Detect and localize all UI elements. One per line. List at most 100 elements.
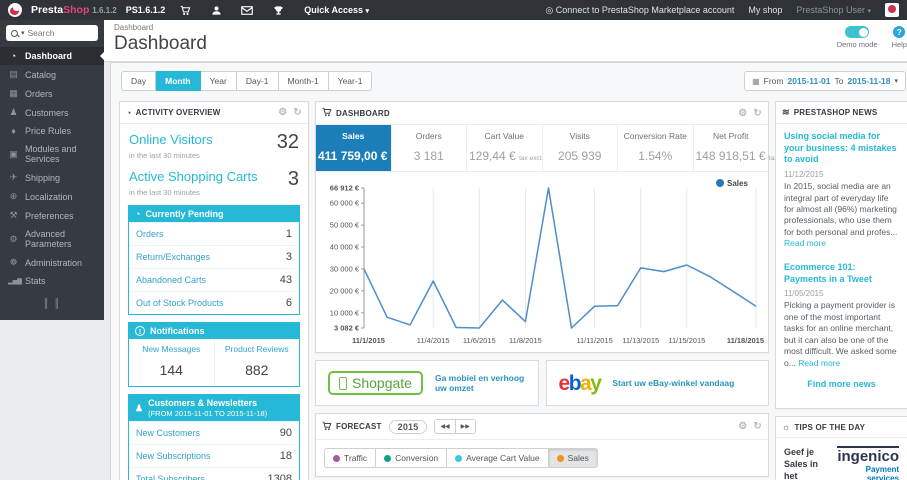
ebay-ad-panel: ebay Start uw eBay-winkel vandaag [545, 360, 769, 406]
range-day-1-button[interactable]: Day-1 [236, 71, 279, 91]
range-year-1-button[interactable]: Year-1 [328, 71, 373, 91]
kpi-tab-orders[interactable]: Orders 3 181 [392, 125, 467, 171]
forecast-panel-title: FORECAST [336, 422, 382, 431]
out-of-stock-link[interactable]: Out of Stock Products [136, 298, 224, 308]
ebay-ad-link[interactable]: Start uw eBay-winkel vandaag [612, 378, 734, 388]
online-visitors-stat: Online Visitors in the last 30 minutes 3… [129, 131, 299, 160]
book-icon: ▤ [9, 69, 18, 79]
sales-dot-icon [556, 454, 564, 462]
kpi-tab-sales[interactable]: Sales 411 759,00 € tax excl. [316, 125, 416, 171]
employees-icon[interactable] [205, 4, 227, 15]
forecast-year-button[interactable]: 2015 [388, 419, 428, 434]
read-more-link[interactable]: Read more [798, 358, 840, 368]
panel-refresh-icon[interactable]: ↻ [753, 108, 762, 119]
sales-line-chart: 66 912 € 60 000 € 50 000 € 40 000 € 30 000 €… [330, 179, 764, 345]
date-range-picker[interactable]: ▦ From 2015-11-01 To 2015-11-18 ▾ [744, 71, 906, 91]
cart-icon[interactable] [174, 4, 196, 15]
toggle-average-cart-value[interactable]: Average Cart Value [447, 448, 549, 468]
product-reviews-link[interactable]: Product Reviews [217, 344, 298, 354]
kpi-tab-cart-value[interactable]: Cart Value 129,44 € tax excl. [467, 125, 543, 171]
panel-refresh-icon[interactable]: ↻ [753, 421, 762, 432]
svg-text:11/15/2015: 11/15/2015 [668, 336, 705, 345]
range-month-button[interactable]: Month [156, 71, 201, 91]
chevron-down-icon: ▾ [365, 8, 370, 15]
new-messages-cell: New Messages 144 [129, 339, 214, 386]
forecast-next-button[interactable]: ▶▶ [454, 419, 476, 434]
pending-returns-link[interactable]: Return/Exchanges [136, 252, 210, 262]
panel-settings-icon[interactable]: ⚙ [738, 108, 747, 119]
help-label: Help [891, 40, 907, 49]
sidebar-item-modules-and-services[interactable]: ▣ Modules and Services [0, 140, 104, 168]
dashboard-panel-title: DASHBOARD [336, 108, 390, 118]
search-scope-caret-icon[interactable]: ▾ [21, 29, 25, 37]
active-carts-stat: Active Shopping Carts in the last 30 min… [129, 168, 299, 197]
sidebar-search: ▾ [6, 25, 98, 41]
ebay-logo: ebay [558, 371, 602, 395]
toggle-sales[interactable]: Sales [548, 448, 598, 468]
new-customers-link[interactable]: New Customers [136, 428, 200, 438]
sidebar-item-price-rules[interactable]: ♦ Price Rules [0, 122, 104, 140]
user-avatar[interactable] [885, 3, 899, 17]
sidebar-item-administration[interactable]: ☸ Administration [0, 253, 104, 272]
toggle-conversion[interactable]: Conversion [376, 448, 448, 468]
svg-text:11/18/2015: 11/18/2015 [727, 336, 764, 345]
help-icon[interactable]: ? [893, 26, 906, 38]
shopgate-ad-link[interactable]: Ga mobiel en verhoog uw omzet [435, 373, 526, 393]
sidebar-item-shipping[interactable]: ✈ Shipping [0, 168, 104, 187]
active-carts-label[interactable]: Active Shopping Carts [129, 169, 258, 184]
quick-access-menu[interactable]: Quick Access ▾ [304, 5, 369, 15]
sidebar-item-advanced-parameters[interactable]: ⚙ Advanced Parameters [0, 225, 104, 253]
forecast-prev-button[interactable]: ◀◀ [434, 419, 455, 434]
total-subscribers-link[interactable]: Total Subscribers [136, 474, 205, 480]
sidebar-item-catalog[interactable]: ▤ Catalog [0, 65, 104, 84]
panel-refresh-icon[interactable]: ↻ [293, 107, 302, 118]
prestashop-logo-icon[interactable] [8, 3, 22, 17]
sidebar-item-preferences[interactable]: ⚒ Preferences [0, 206, 104, 225]
read-more-link[interactable]: Read more [784, 238, 826, 248]
svg-text:11/4/2015: 11/4/2015 [417, 336, 450, 345]
svg-text:10 000 €: 10 000 € [330, 308, 360, 317]
find-more-news-link[interactable]: Find more news [784, 369, 899, 401]
news-article-link[interactable]: Ecommerce 101: Payments in a Tweet [784, 262, 899, 285]
range-day-button[interactable]: Day [121, 71, 157, 91]
my-shop-link[interactable]: My shop [748, 5, 782, 15]
range-month-1-button[interactable]: Month-1 [278, 71, 329, 91]
sidebar-item-dashboard[interactable]: ◔ Dashboard [0, 47, 104, 65]
range-year-button[interactable]: Year [200, 71, 237, 91]
demo-mode-toggle[interactable] [845, 26, 870, 38]
search-input[interactable] [27, 28, 93, 38]
active-carts-value: 3 [287, 168, 299, 190]
gauge-icon: ◔ [10, 51, 17, 61]
new-messages-link[interactable]: New Messages [131, 344, 212, 354]
search-icon [11, 29, 18, 37]
mail-icon[interactable] [236, 4, 258, 15]
news-panel-title: PRESTASHOP NEWS [793, 108, 878, 117]
panel-settings-icon[interactable]: ⚙ [738, 421, 747, 432]
panel-settings-icon[interactable]: ⚙ [278, 107, 287, 118]
news-article-link[interactable]: Using social media for your business: 4 … [784, 131, 899, 166]
sidebar-item-customers[interactable]: ♟ Customers [0, 103, 104, 122]
trophy-icon[interactable] [267, 4, 289, 15]
user-menu[interactable]: PrestaShop User ▾ [796, 5, 871, 15]
sidebar-item-orders[interactable]: ▦ Orders [0, 84, 104, 103]
traffic-dot-icon [333, 454, 340, 462]
kpi-tab-visits[interactable]: Visits 205 939 [543, 125, 618, 171]
sidebar-item-localization[interactable]: ⊕ Localization [0, 187, 104, 206]
out-of-stock-row: Out of Stock Products 6 [129, 291, 299, 314]
kpi-tab-conversion-rate[interactable]: Conversion Rate 1.54% [618, 125, 694, 171]
cart-icon [322, 107, 332, 119]
toggle-traffic[interactable]: Traffic [324, 448, 377, 468]
online-visitors-label[interactable]: Online Visitors [129, 132, 213, 147]
marketplace-link[interactable]: ◎ Connect to PrestaShop Marketplace acco… [545, 5, 734, 16]
sidebar-item-stats[interactable]: ▂▅▇ Stats [0, 272, 104, 290]
svg-text:30 000 €: 30 000 € [330, 264, 360, 273]
svg-text:60 000 €: 60 000 € [330, 199, 360, 208]
kpi-tab-net-profit[interactable]: Net Profit148 918,51 € tax excl. [694, 125, 793, 171]
pending-orders-link[interactable]: Orders [136, 229, 164, 239]
puzzle-icon: ▣ [9, 148, 18, 159]
date-range-toolbar: Day Month Year Day-1 Month-1 Year-1 ▦ Fr… [119, 71, 907, 91]
notifications-section: ! Notifications New Messages 144 Product … [128, 322, 300, 387]
abandoned-carts-link[interactable]: Abandoned Carts [136, 275, 206, 285]
new-subscriptions-link[interactable]: New Subscriptions [136, 451, 211, 461]
sidebar-collapse-button[interactable]: ║ ║ [0, 290, 104, 316]
